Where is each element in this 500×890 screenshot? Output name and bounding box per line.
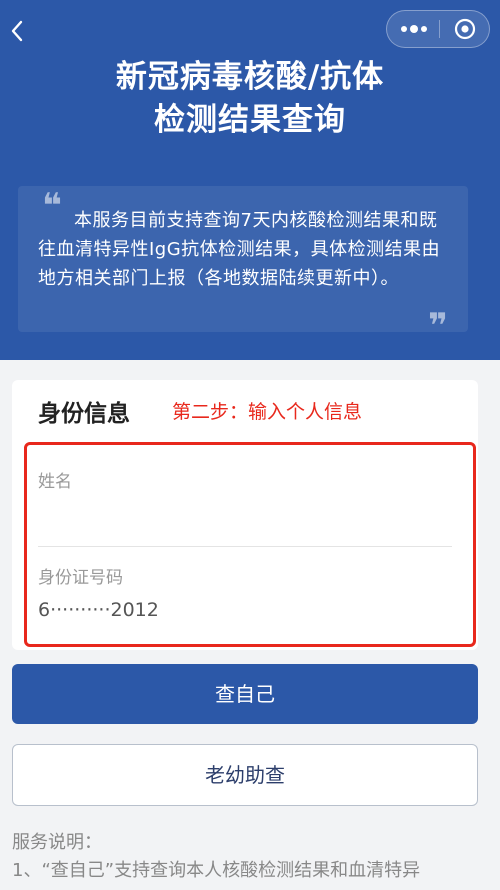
section-title: 身份信息	[38, 401, 130, 427]
target-close-icon	[454, 18, 476, 40]
name-label: 姓名	[38, 472, 72, 492]
title-line-2: 检测结果查询	[154, 102, 346, 138]
close-button[interactable]	[440, 11, 490, 47]
more-button[interactable]	[387, 11, 439, 47]
service-notice: ❝ 本服务目前支持查询7天内核酸检测结果和既往血清特异性IgG抗体检测结果，具体…	[18, 186, 468, 346]
more-dots-icon	[401, 25, 427, 33]
query-family-button[interactable]: 老幼助查	[12, 744, 478, 806]
notice-text: 本服务目前支持查询7天内核酸检测结果和既往血清特异性IgG抗体检测结果，具体检测…	[38, 210, 441, 289]
quote-close-icon: ❞	[428, 306, 448, 346]
chevron-left-icon	[11, 20, 23, 42]
query-self-button[interactable]: 查自己	[12, 664, 478, 724]
id-number-field[interactable]	[38, 596, 438, 624]
field-divider	[38, 546, 452, 547]
step-annotation: 第二步：输入个人信息	[172, 401, 363, 423]
page-title: 新冠病毒核酸/抗体 检测结果查询	[0, 56, 500, 142]
page-header: 新冠病毒核酸/抗体 检测结果查询 ❝ 本服务目前支持查询7天内核酸检测结果和既往…	[0, 0, 500, 360]
name-field[interactable]	[38, 502, 438, 530]
identity-card: 身份信息 第二步：输入个人信息 姓名 身份证号码	[12, 380, 478, 650]
service-description-title: 服务说明：	[12, 832, 102, 853]
back-button[interactable]	[8, 14, 26, 48]
service-description-item: 1、“查自己”支持查询本人核酸检测结果和血清特异	[12, 860, 421, 881]
id-number-label: 身份证号码	[38, 568, 123, 588]
mini-program-capsule	[386, 10, 490, 48]
title-line-1: 新冠病毒核酸/抗体	[115, 59, 385, 95]
